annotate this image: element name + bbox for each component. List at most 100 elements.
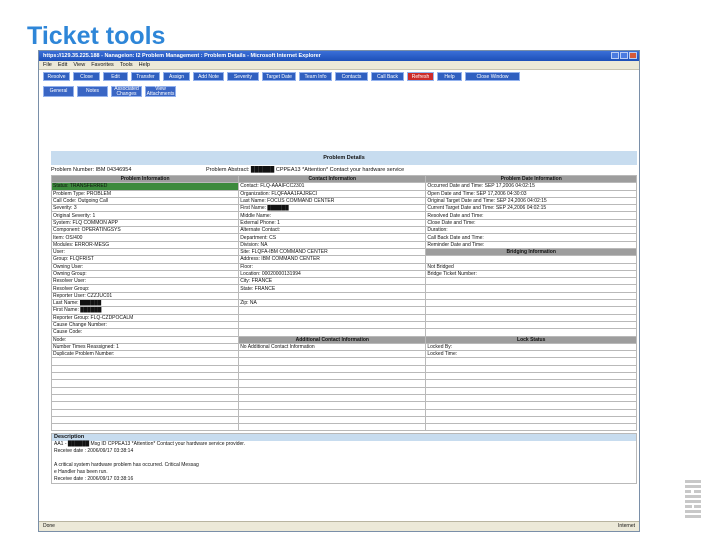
problem-number: Problem Number: IBM 04346954: [51, 167, 132, 173]
table-row: [50, 357, 637, 366]
table-cell: Organization: FLQFAAA1FAJRECI: [238, 189, 427, 198]
tab-bar: General Notes Associated Changes View At…: [39, 84, 639, 99]
tab-view-attachments[interactable]: View Attachments: [145, 86, 176, 97]
table-cell: Duration:: [425, 226, 637, 235]
table-cell: Contact: FLQ-AAAIFCC2301: [238, 182, 427, 191]
table-cell: [425, 313, 637, 322]
table-cell: [238, 357, 427, 366]
table-cell: Call Back Date and Time:: [425, 233, 637, 242]
table-cell: External Phone: 1: [238, 218, 427, 228]
toolbar-button-call-back[interactable]: Call Back: [371, 72, 404, 81]
description-line: Receive date : 2006/09/17 03:38:16: [54, 476, 134, 483]
table-cell: First Name: ██████: [50, 306, 240, 315]
menu-file[interactable]: File: [43, 61, 52, 69]
toolbar-button-add-note[interactable]: Add Note: [193, 72, 224, 81]
window-controls: [611, 52, 637, 59]
table-cell: State: FRANCE: [238, 284, 427, 293]
ibm-logo-icon: [685, 480, 701, 518]
table-cell: Status: TRANSFERRED: [50, 182, 240, 191]
menu-tools[interactable]: Tools: [120, 61, 133, 69]
table-row: Last Name: ██████ Zip: NA: [50, 299, 637, 308]
problem-details-panel: Problem Details Problem Number: IBM 0434…: [50, 151, 637, 485]
toolbar-button-edit[interactable]: Edit: [103, 72, 128, 81]
toolbar-button-close-window[interactable]: Close Window: [465, 72, 520, 81]
table-row: [50, 371, 637, 381]
table-cell: Bridging Information: [425, 247, 637, 257]
table-cell: Resolver Group:: [50, 284, 240, 293]
table-cell: [425, 306, 637, 315]
table-row: Problem Type: PROBLEM Organization: FLQFA…: [50, 189, 637, 198]
table-cell: Component: OPERATINGSYS: [50, 226, 240, 235]
table-cell: Zip: NA: [238, 299, 427, 308]
close-window-icon[interactable]: [629, 52, 637, 59]
table-cell: [425, 291, 637, 301]
table-cell: Severity: 3: [50, 204, 240, 213]
window-title: https://129.35.225.188 - Nanageion: I2 P…: [43, 53, 321, 59]
table-cell: Node:: [50, 335, 240, 344]
table-cell: [50, 386, 240, 395]
table-cell: Division: NA: [238, 240, 427, 249]
table-cell: Department: CS: [238, 233, 427, 242]
tab-general[interactable]: General: [43, 86, 74, 97]
table-cell: [425, 357, 637, 366]
table-cell: [238, 313, 427, 322]
toolbar-button-transfer[interactable]: Transfer: [131, 72, 160, 81]
toolbar-button-resolve[interactable]: Resolve: [43, 72, 70, 81]
toolbar-button-refresh[interactable]: Refresh: [407, 72, 434, 81]
tab-notes[interactable]: Notes: [77, 86, 108, 97]
menu-bar: File Edit View Favorites Tools Help: [39, 61, 639, 70]
table-cell: [238, 291, 427, 301]
table-cell: Resolver User:: [50, 277, 240, 286]
table-row: Reporter User: CZZJUC01: [50, 291, 637, 301]
table-cell: [238, 408, 427, 417]
table-cell: [238, 415, 427, 425]
maximize-button[interactable]: [620, 52, 628, 59]
table-cell: [238, 350, 427, 359]
table-cell: First Name: ██████: [238, 204, 427, 213]
table-cell: Occurred Date and Time: SEP 17,2006 04:0…: [425, 182, 637, 191]
status-bar: Done Internet: [39, 521, 639, 531]
table-cell: Original Target Date and Time: SEP 24,20…: [425, 196, 637, 206]
table-cell: [425, 401, 637, 410]
table-row: User: Site: FLQFA-IBM COMMAND CENTER Bridg…: [50, 247, 637, 257]
table-row: First Name: ██████: [50, 306, 637, 315]
table-cell: Current Target Date and Time: SEP 24,200…: [425, 204, 637, 213]
table-cell: Location: 00020000131994: [238, 269, 427, 279]
toolbar-button-help[interactable]: Help: [437, 72, 462, 81]
table-cell: Floor:: [238, 262, 427, 271]
menu-view[interactable]: View: [73, 61, 85, 69]
table-cell: Cause Change Number:: [50, 320, 240, 330]
table-cell: Site: FLQFA-IBM COMMAND CENTER: [238, 247, 427, 257]
toolbar-button-contacts[interactable]: Contacts: [335, 72, 368, 81]
window-titlebar: https://129.35.225.188 - Nanageion: I2 P…: [39, 51, 639, 61]
security-zone: Internet: [618, 523, 635, 529]
slide-title: Ticket tools: [27, 22, 166, 50]
table-row: [50, 415, 637, 425]
toolbar-button-close[interactable]: Close: [73, 72, 100, 81]
table-cell: [238, 386, 427, 395]
table-cell: Lock Status: [425, 335, 637, 344]
table-cell: Open Date and Time: SEP 17,2006 04:30:03: [425, 189, 637, 198]
table-cell: [238, 320, 427, 330]
toolbar-button-assign[interactable]: Assign: [163, 72, 190, 81]
table-cell: [238, 401, 427, 410]
menu-edit[interactable]: Edit: [58, 61, 67, 69]
table-cell: System: FLQ COMMON APP: [50, 218, 240, 228]
column-header: Contact Information: [238, 174, 427, 184]
toolbar-button-severity[interactable]: Severity: [227, 72, 259, 81]
minimize-button[interactable]: [611, 52, 619, 59]
table-cell: Bridge Ticket Number:: [425, 269, 637, 279]
toolbar-button-target-date[interactable]: Target Date: [262, 72, 296, 81]
menu-favorites[interactable]: Favorites: [91, 61, 114, 69]
description-line: e Handler has been run.: [54, 469, 108, 476]
toolbar-button-team-info[interactable]: Team Info: [299, 72, 332, 81]
tab-associated-changes[interactable]: Associated Changes: [111, 86, 142, 97]
table-row: [50, 364, 637, 374]
table-row: Number Times Reassigned: 1 No Additional …: [50, 342, 637, 352]
table-cell: No Additional Contact Information: [238, 342, 427, 352]
table-row: Severity: 3 First Name: ██████ Current Tar…: [50, 204, 637, 213]
table-cell: [50, 423, 240, 432]
problem-summary-row: Problem Number: IBM 04346954 Problem Abs…: [51, 167, 637, 175]
table-cell: Locked Time:: [425, 350, 637, 359]
menu-help[interactable]: Help: [139, 61, 150, 69]
